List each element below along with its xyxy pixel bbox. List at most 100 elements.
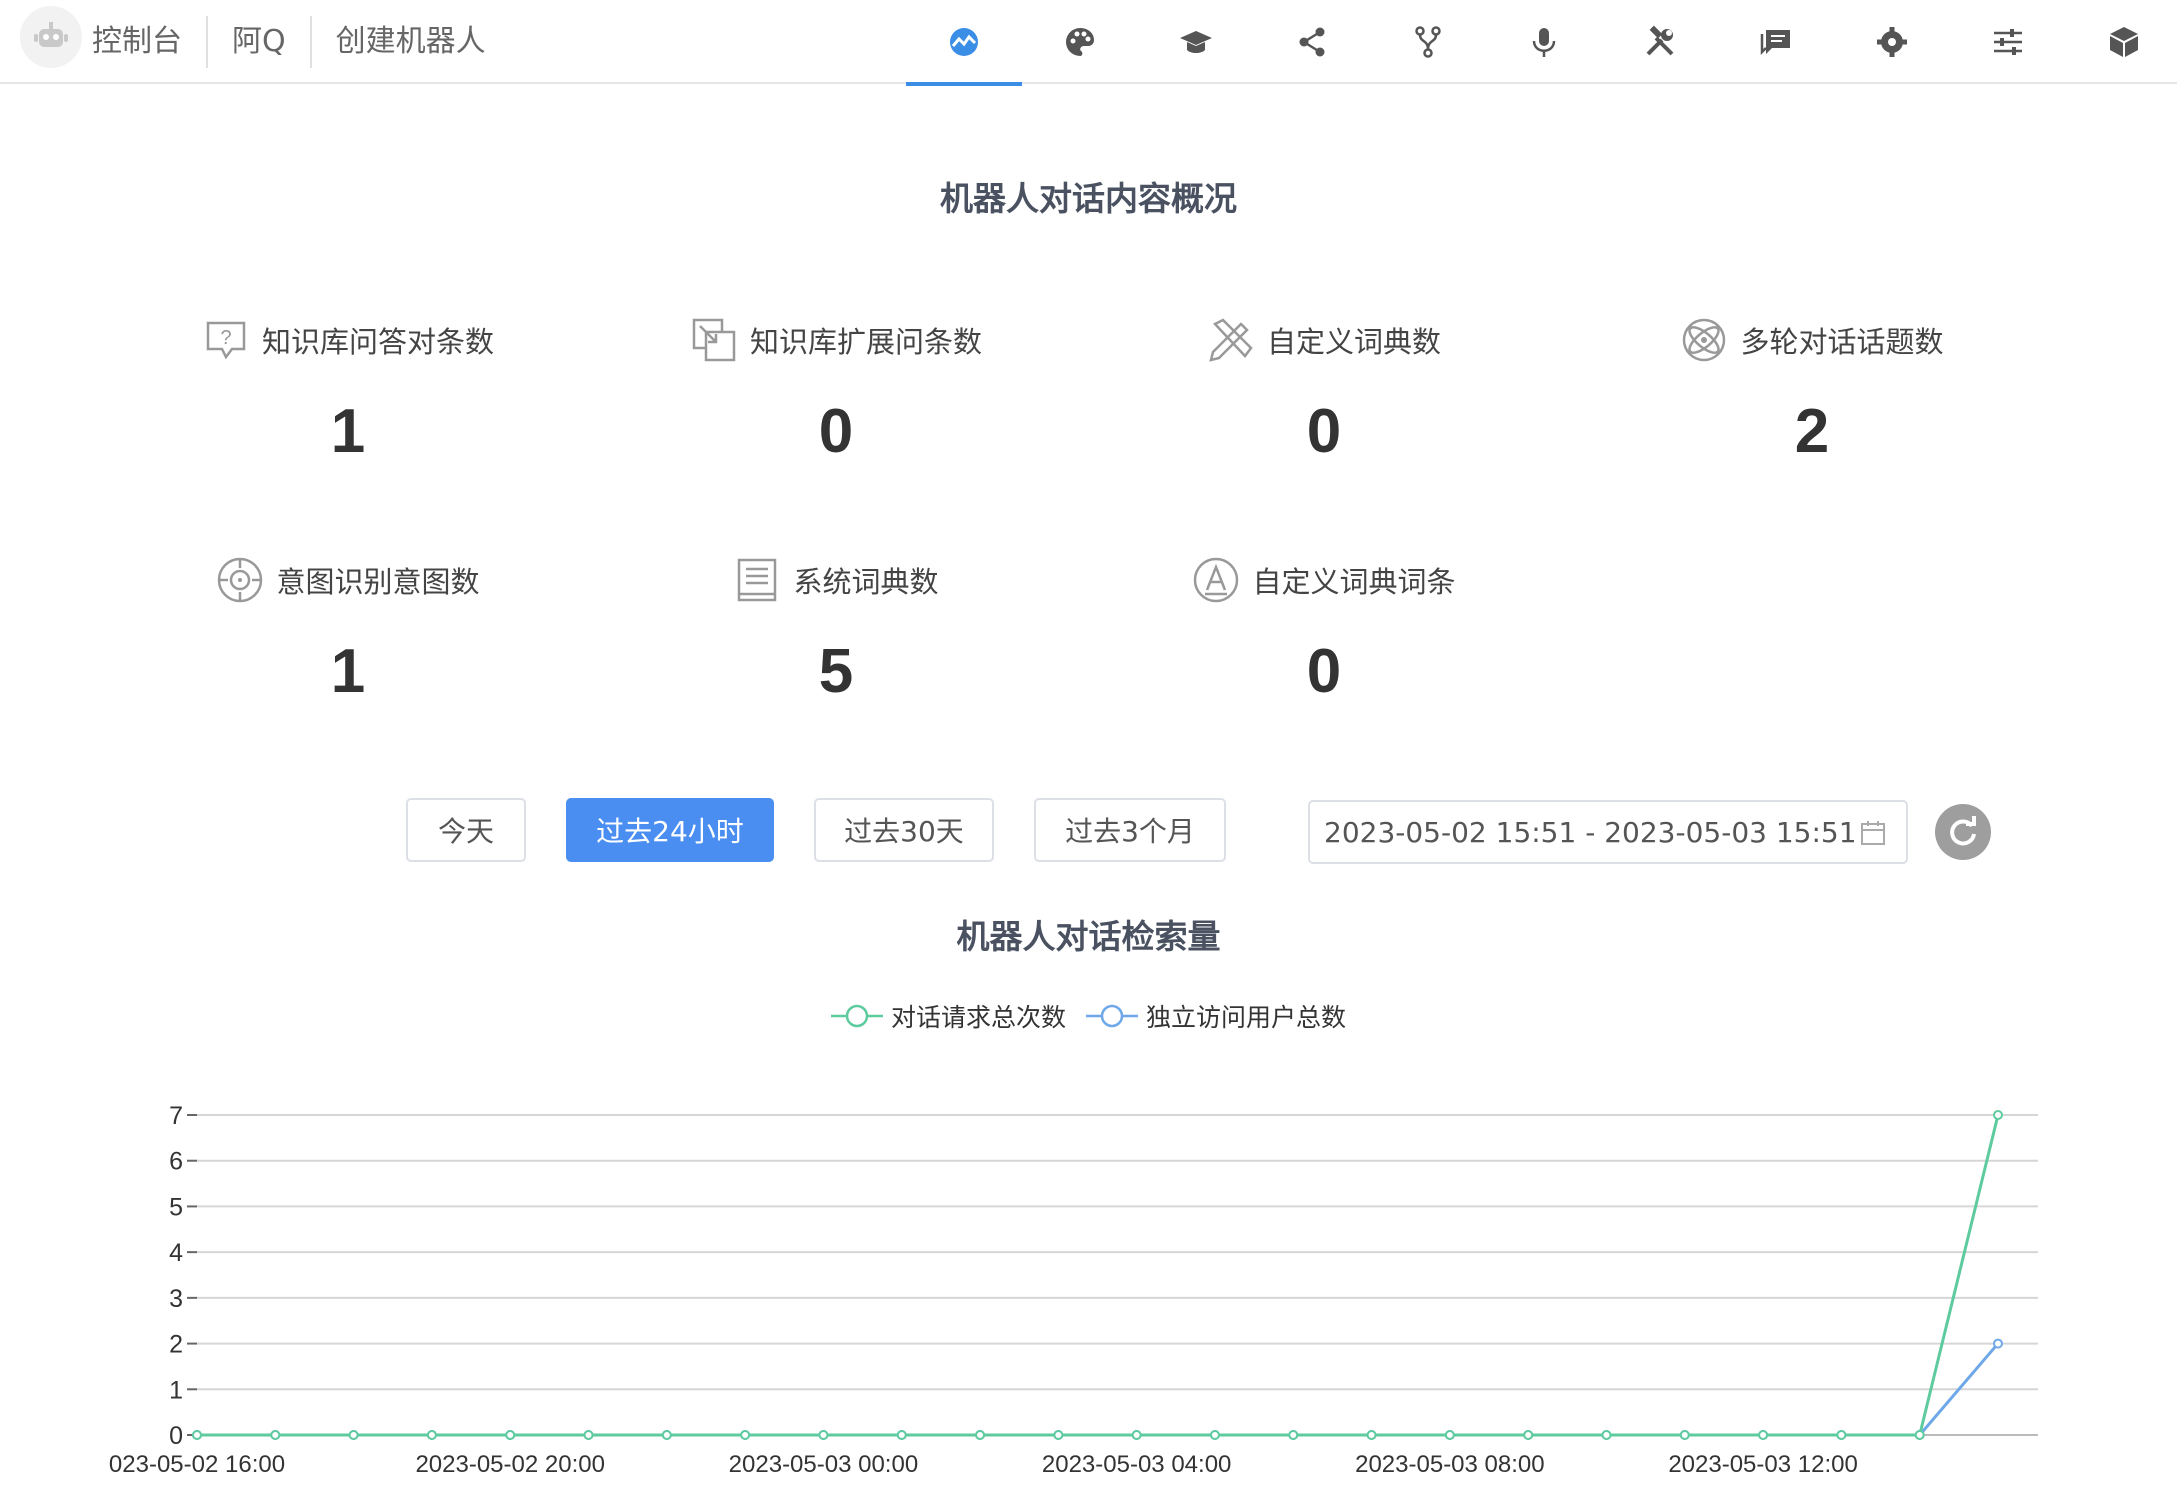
- pencil-ruler-icon: [1209, 318, 1253, 362]
- data-point: [1914, 1430, 1925, 1440]
- data-point: [1444, 1430, 1455, 1440]
- stat-custom-dict-entries: 自定义词典词条 0: [1084, 556, 1564, 716]
- filter-30d-button[interactable]: 过去30天: [814, 798, 994, 862]
- legend-item-requests[interactable]: 对话请求总次数: [830, 998, 1066, 1034]
- chart-legend: 对话请求总次数 独立访问用户总数: [0, 998, 2177, 1034]
- x-tick-label: 023-05-02 16:00: [109, 1451, 285, 1478]
- microphone-icon[interactable]: [1486, 0, 1602, 84]
- data-point: [583, 1430, 594, 1440]
- date-range-picker[interactable]: 2023-05-02 15:51 - 2023-05-03 15:51: [1308, 800, 1908, 864]
- stat-label: 自定义词典词条: [1252, 565, 1456, 599]
- stat-value: 1: [330, 637, 366, 706]
- data-point: [505, 1430, 516, 1440]
- data-point: [975, 1430, 986, 1440]
- stat-label: 知识库扩展问条数: [749, 325, 982, 359]
- data-point: [1053, 1430, 1064, 1440]
- date-range-value: 2023-05-02 15:51 - 2023-05-03 15:51: [1324, 815, 1857, 849]
- y-tick-label: 7: [169, 1102, 183, 1130]
- top-nav: 控制台 阿Q 创建机器人: [0, 0, 2177, 86]
- stat-custom-dict: 自定义词典数 0: [1084, 316, 1564, 476]
- data-point: [1993, 1110, 2003, 1120]
- y-tick-label: 4: [169, 1239, 183, 1267]
- tools-icon[interactable]: [1602, 0, 1718, 84]
- svg-text:?: ?: [220, 327, 231, 349]
- filter-24h-button[interactable]: 过去24小时: [566, 798, 774, 862]
- series-line: [197, 1114, 2000, 1437]
- y-tick-label: 6: [169, 1148, 183, 1176]
- data-point: [192, 1430, 202, 1440]
- data-point: [740, 1430, 751, 1440]
- stat-kb-extended: 知识库扩展问条数 0: [596, 316, 1076, 476]
- letter-a-icon: [1194, 557, 1239, 603]
- stat-value: 0: [818, 397, 854, 466]
- x-tick-label: 2023-05-03 00:00: [729, 1451, 919, 1478]
- data-point: [1679, 1430, 1690, 1440]
- stat-value: 1: [330, 397, 366, 466]
- stat-value: 5: [818, 637, 854, 706]
- book-icon: [738, 558, 777, 602]
- breadcrumb-create-robot[interactable]: 创建机器人: [309, 16, 510, 68]
- filter-3m-button[interactable]: 过去3个月: [1034, 798, 1226, 862]
- graduation-cap-icon[interactable]: [1138, 0, 1254, 84]
- expand-icon: [692, 318, 736, 362]
- chat-icon[interactable]: [1718, 0, 1834, 84]
- robot-logo-icon[interactable]: [20, 6, 82, 68]
- data-point: [1601, 1430, 1612, 1440]
- data-point: [1366, 1430, 1377, 1440]
- legend-label: 独立访问用户总数: [1146, 1003, 1347, 1032]
- data-point: [1993, 1338, 2003, 1349]
- atom-icon: [1683, 318, 1726, 362]
- x-tick-label: 2023-05-03 12:00: [1668, 1451, 1858, 1478]
- y-tick-label: 5: [169, 1193, 183, 1221]
- x-tick-label: 2023-05-03 04:00: [1042, 1451, 1232, 1478]
- stat-multi-turn-topics: 多轮对话话题数 2: [1572, 316, 2052, 476]
- share-icon[interactable]: [1254, 0, 1370, 84]
- refresh-button[interactable]: [1935, 804, 1991, 860]
- stat-system-dict: 系统词典数 5: [596, 556, 1076, 716]
- y-tick-label: 0: [169, 1422, 183, 1450]
- data-point: [270, 1430, 281, 1440]
- stat-value: 0: [1306, 397, 1342, 466]
- stat-label: 多轮对话话题数: [1740, 325, 1944, 359]
- data-point: [1836, 1430, 1847, 1440]
- overview-icon[interactable]: [906, 0, 1022, 86]
- overview-title: 机器人对话内容概况: [940, 179, 1237, 218]
- data-point: [348, 1430, 359, 1440]
- data-point: [1209, 1430, 1220, 1440]
- data-point: [1758, 1430, 1769, 1440]
- stat-label: 系统词典数: [793, 565, 939, 599]
- y-tick-label: 2: [169, 1331, 183, 1359]
- data-point: [1523, 1430, 1534, 1440]
- breadcrumb-console[interactable]: 控制台: [90, 16, 206, 68]
- stat-qa-pairs: ? 知识库问答对条数 1: [108, 316, 588, 476]
- cube-icon[interactable]: [2066, 0, 2177, 84]
- refresh-icon: [1950, 816, 1976, 846]
- breadcrumb-robot[interactable]: 阿Q: [206, 16, 310, 68]
- stat-label: 知识库问答对条数: [261, 325, 494, 359]
- palette-icon[interactable]: [1022, 0, 1138, 84]
- module-tabs: [906, 0, 2177, 86]
- data-point: [818, 1430, 829, 1440]
- filter-today-button[interactable]: 今天: [406, 798, 526, 862]
- data-point: [896, 1430, 907, 1440]
- calendar-icon: [1861, 821, 1885, 845]
- y-tick-label: 3: [169, 1285, 183, 1313]
- stat-label: 意图识别意图数: [276, 565, 480, 599]
- fork-icon[interactable]: [1370, 0, 1486, 84]
- x-tick-label: 2023-05-03 08:00: [1355, 1451, 1545, 1478]
- stat-intents: 意图识别意图数 1: [108, 556, 588, 716]
- data-point: [1288, 1430, 1299, 1440]
- gear-icon[interactable]: [1834, 0, 1950, 84]
- sliders-icon[interactable]: [1950, 0, 2066, 84]
- x-tick-label: 2023-05-02 20:00: [415, 1451, 605, 1478]
- legend-marker-users: [1086, 1004, 1138, 1028]
- data-point: [426, 1430, 437, 1440]
- breadcrumb: 控制台 阿Q 创建机器人: [90, 0, 510, 84]
- chart-title: 机器人对话检索量: [956, 917, 1221, 956]
- question-bubble-icon: ?: [206, 321, 246, 360]
- legend-marker-requests: [830, 1004, 883, 1028]
- legend-item-users[interactable]: 独立访问用户总数: [1086, 998, 1346, 1034]
- data-point: [661, 1430, 672, 1440]
- crosshair-icon: [218, 557, 263, 603]
- data-point: [1131, 1430, 1142, 1440]
